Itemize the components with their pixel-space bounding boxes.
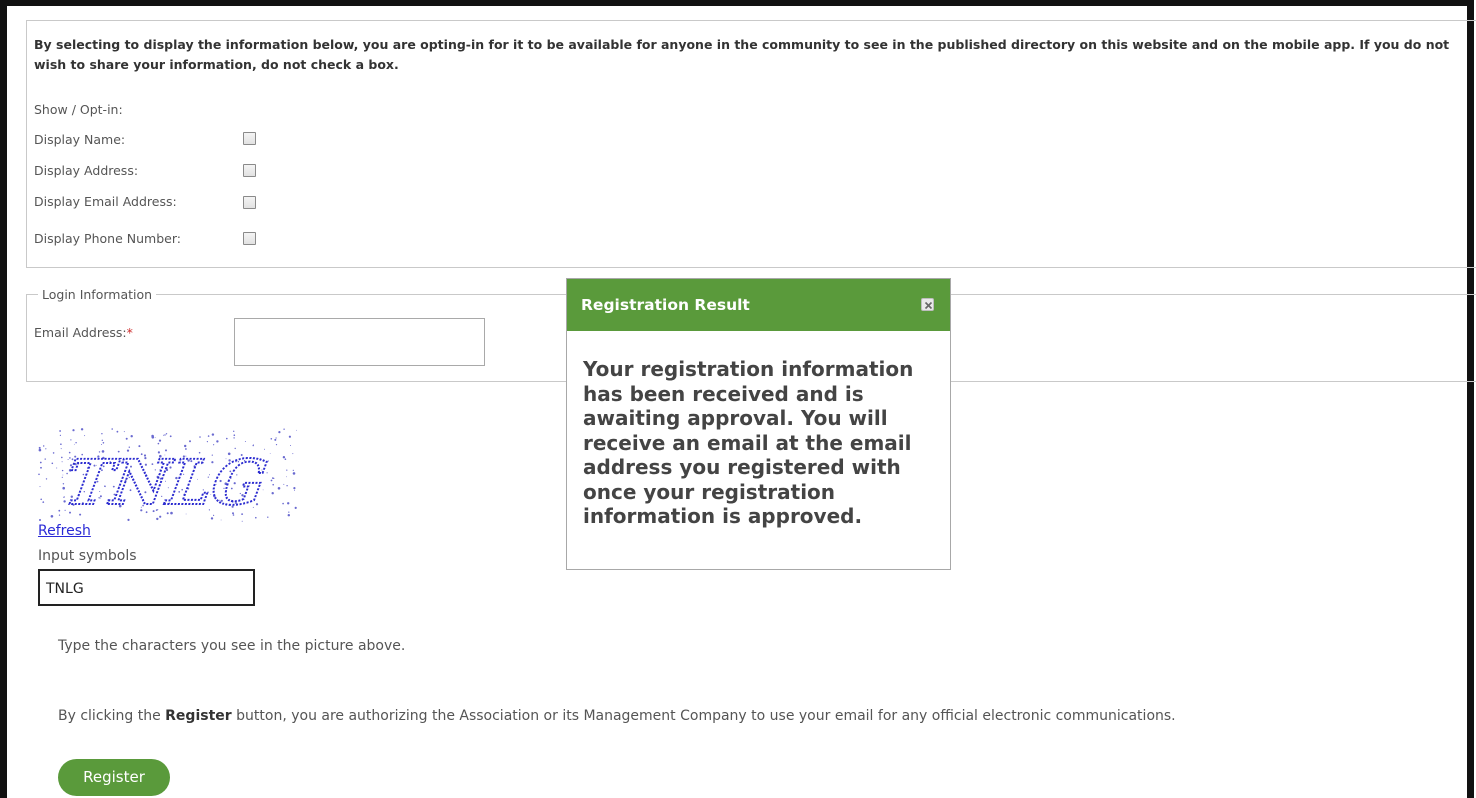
display-email-label: Display Email Address:	[34, 194, 177, 209]
display-address-label: Display Address:	[34, 163, 139, 178]
optin-disclaimer: By selecting to display the information …	[34, 37, 1450, 72]
input-symbols-label: Input symbols	[38, 548, 137, 564]
close-icon[interactable]	[921, 298, 934, 311]
captcha-text: TNLG	[60, 445, 272, 518]
display-address-checkbox[interactable]	[243, 164, 256, 177]
authorize-text: By clicking the Register button, you are…	[58, 708, 1176, 724]
display-phone-label: Display Phone Number:	[34, 231, 181, 246]
show-optin-label: Show / Opt-in:	[34, 102, 123, 117]
dialog-header: Registration Result	[567, 279, 950, 331]
email-input[interactable]	[234, 318, 485, 366]
registration-result-dialog: Registration Result Your registration in…	[566, 278, 951, 570]
display-email-checkbox[interactable]	[243, 196, 256, 209]
captcha-input[interactable]: TNLG	[38, 569, 255, 606]
login-legend: Login Information	[38, 287, 157, 302]
captcha-image: TNLG	[38, 428, 298, 523]
display-phone-checkbox[interactable]	[243, 232, 256, 245]
display-name-checkbox[interactable]	[243, 132, 256, 145]
required-marker: *	[126, 325, 133, 340]
email-address-label: Email Address:*	[34, 325, 133, 340]
captcha-help-text: Type the characters you see in the pictu…	[58, 638, 406, 654]
display-name-label: Display Name:	[34, 132, 126, 147]
dialog-title: Registration Result	[581, 296, 750, 314]
register-button[interactable]: Register	[58, 759, 170, 796]
dialog-message: Your registration information has been r…	[583, 357, 914, 528]
captcha-refresh-link[interactable]: Refresh	[38, 523, 91, 539]
